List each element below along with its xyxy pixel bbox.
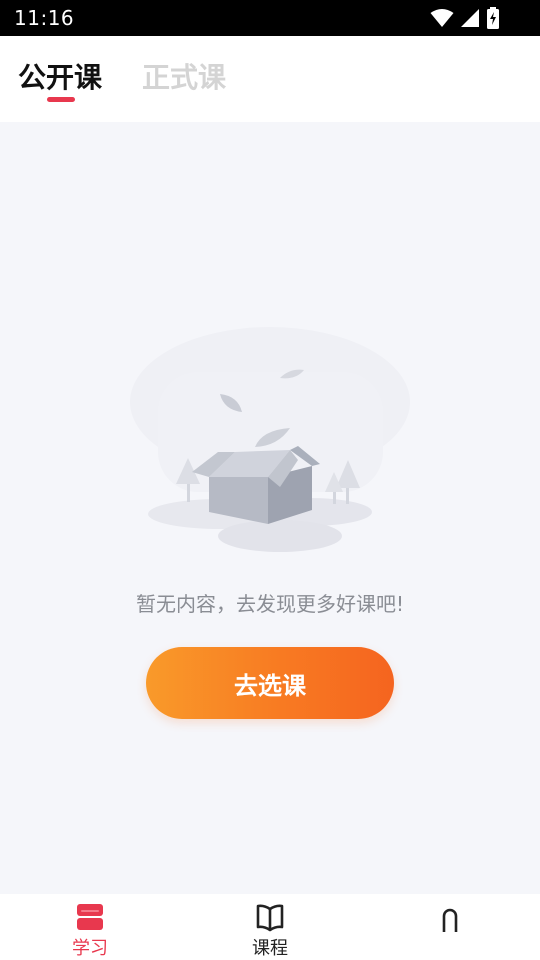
study-icon	[77, 904, 103, 930]
empty-state-message: 暂无内容，去发现更多好课吧!	[135, 592, 405, 616]
battery-icon	[487, 7, 499, 29]
nav-label-study: 学习	[72, 938, 108, 959]
status-bar: 11:16	[0, 0, 540, 36]
nav-item-profile[interactable]	[360, 894, 540, 960]
status-time: 11:16	[14, 6, 75, 30]
active-tab-indicator	[47, 97, 75, 102]
nav-item-study[interactable]: 学习	[0, 894, 180, 960]
tab-formal-course[interactable]: 正式课	[142, 56, 226, 96]
choose-course-button[interactable]: 去选课	[146, 647, 394, 719]
content-area: 暂无内容，去发现更多好课吧! 去选课	[0, 122, 540, 894]
signal-icon	[461, 9, 479, 27]
bottom-nav: 学习 课程	[0, 894, 540, 960]
tab-open-course[interactable]: 公开课	[18, 56, 102, 96]
wifi-icon	[430, 9, 454, 27]
course-tabbar: 公开课 正式课	[0, 36, 540, 122]
book-icon	[256, 904, 284, 932]
profile-icon	[442, 908, 458, 932]
nav-label-courses: 课程	[252, 938, 288, 959]
status-icons	[430, 7, 500, 29]
nav-item-courses[interactable]: 课程	[180, 894, 360, 960]
empty-box-illustration	[130, 327, 410, 552]
